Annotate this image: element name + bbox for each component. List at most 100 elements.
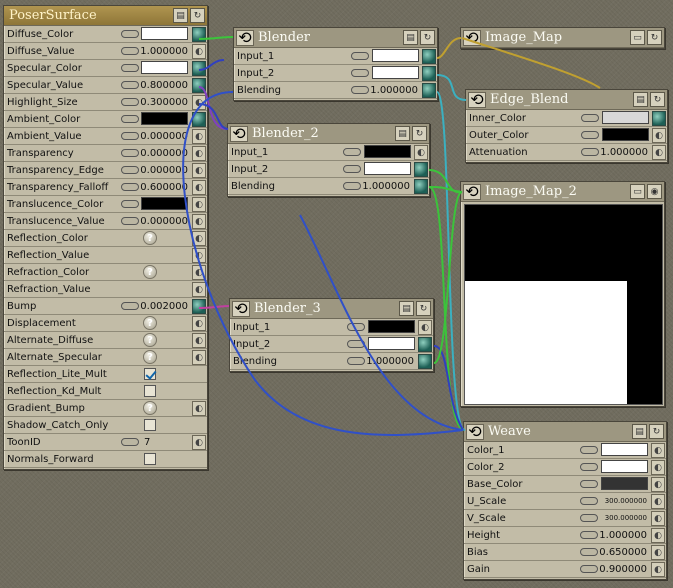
param-row-v-scale[interactable]: V_Scale 300.000000 ◐: [464, 510, 666, 527]
edge-blend-header[interactable]: ⟲ Edge_Blend ▤ ↻: [466, 90, 667, 110]
link-icon[interactable]: [580, 446, 598, 454]
param-value[interactable]: 0.800000: [140, 80, 188, 91]
input-plug-icon[interactable]: ◐: [192, 435, 206, 450]
refresh-icon[interactable]: ↻: [416, 301, 431, 316]
link-icon[interactable]: [580, 531, 598, 539]
color-swatch[interactable]: [368, 337, 415, 350]
input-plug-icon[interactable]: ◐: [652, 128, 666, 143]
input-plug-icon[interactable]: ◐: [651, 477, 665, 492]
param-row-refraction-color[interactable]: Refraction_Color? ◐: [4, 264, 207, 281]
link-icon[interactable]: [347, 340, 365, 348]
color-swatch[interactable]: [364, 162, 411, 175]
link-icon[interactable]: [343, 165, 361, 173]
link-icon[interactable]: [351, 86, 369, 94]
blender-2-header[interactable]: ⟲ Blender_2 ▤ ↻: [228, 124, 429, 144]
param-value[interactable]: 0.000000: [140, 165, 188, 176]
link-icon[interactable]: [580, 463, 598, 471]
param-row-gain[interactable]: Gain 0.900000 ◐: [464, 561, 666, 578]
image-map-node[interactable]: ⟲ Image_Map ▭ ↻: [460, 27, 665, 49]
param-value[interactable]: 300.000000: [605, 514, 647, 522]
link-icon[interactable]: [121, 81, 139, 89]
param-row-translucence-value[interactable]: Translucence_Value 0.000000 ◐: [4, 213, 207, 230]
param-row-normals-forward[interactable]: Normals_Forward: [4, 451, 207, 468]
checkbox[interactable]: [144, 419, 156, 431]
param-row-ambient-color[interactable]: Ambient_Color: [4, 111, 207, 128]
param-value[interactable]: 300.000000: [605, 497, 647, 505]
param-row-base-color[interactable]: Base_Color ◐: [464, 476, 666, 493]
param-value[interactable]: 0.300000: [140, 97, 188, 108]
input-plug-icon[interactable]: ◐: [192, 282, 206, 297]
param-value[interactable]: 1.000000: [370, 85, 418, 96]
color-swatch[interactable]: [602, 111, 649, 124]
poser-surface-node[interactable]: PoserSurface ▤ ↻ Diffuse_Color Diffuse_Va…: [3, 5, 208, 470]
param-value[interactable]: 1.000000: [600, 147, 648, 158]
image-map-2-node[interactable]: ⟲ Image_Map_2 ▭ ◉: [460, 181, 665, 407]
param-value[interactable]: 1.000000: [140, 46, 188, 57]
options-icon[interactable]: ▤: [399, 301, 414, 316]
input-plug-icon[interactable]: ◐: [414, 145, 428, 160]
checkbox[interactable]: [144, 453, 156, 465]
refresh-icon[interactable]: ↻: [649, 424, 664, 439]
color-swatch[interactable]: [602, 128, 649, 141]
help-icon[interactable]: ?: [143, 231, 157, 245]
input-plug-icon[interactable]: ◐: [192, 316, 206, 331]
param-row-alternate-diffuse[interactable]: Alternate_Diffuse? ◐: [4, 332, 207, 349]
link-icon[interactable]: [121, 132, 139, 140]
param-row-transparency[interactable]: Transparency 0.000000 ◐: [4, 145, 207, 162]
link-icon[interactable]: [121, 64, 139, 72]
param-row-blending[interactable]: Blending 1.000000: [228, 178, 429, 195]
param-row-translucence-color[interactable]: Translucence_Color ◐: [4, 196, 207, 213]
options-icon[interactable]: ▤: [395, 126, 410, 141]
blender-3-header[interactable]: ⟲ Blender_3 ▤ ↻: [230, 299, 433, 319]
refresh-icon[interactable]: ↻: [412, 126, 427, 141]
param-row-reflection-lite-mult[interactable]: Reflection_Lite_Mult: [4, 366, 207, 383]
color-swatch[interactable]: [368, 320, 415, 333]
input-plug-icon[interactable]: ◐: [192, 214, 206, 229]
checkbox[interactable]: [144, 368, 156, 380]
param-row-outer-color[interactable]: Outer_Color ◐: [466, 127, 667, 144]
param-row-input-1[interactable]: Input_1 ◐: [230, 319, 433, 336]
param-value[interactable]: 0.000000: [140, 148, 188, 159]
color-swatch[interactable]: [141, 27, 188, 40]
blender-node[interactable]: ⟲ Blender ▤ ↻ Input_1 Input_2 Blending 1.00…: [233, 27, 438, 101]
param-row-input-1[interactable]: Input_1 ◐: [228, 144, 429, 161]
help-icon[interactable]: ?: [143, 333, 157, 347]
options-icon[interactable]: ▤: [632, 424, 647, 439]
link-icon[interactable]: [121, 98, 139, 106]
param-row-transparency-falloff[interactable]: Transparency_Falloff 0.600000 ◐: [4, 179, 207, 196]
image-map-header[interactable]: ⟲ Image_Map ▭ ↻: [461, 28, 664, 48]
param-row-refraction-value[interactable]: Refraction_Value ◐: [4, 281, 207, 298]
link-icon[interactable]: [343, 182, 361, 190]
param-row-specular-color[interactable]: Specular_Color: [4, 60, 207, 77]
help-icon[interactable]: ?: [143, 401, 157, 415]
link-icon[interactable]: [347, 357, 365, 365]
blender-3-node[interactable]: ⟲ Blender_3 ▤ ↻ Input_1 ◐ Input_2 Blending 1…: [229, 298, 434, 372]
input-plug-icon[interactable]: ◐: [192, 248, 206, 263]
weave-header[interactable]: ⟲ Weave ▤ ↻: [464, 422, 666, 442]
link-icon[interactable]: [351, 69, 369, 77]
param-row-highlight-size[interactable]: Highlight_Size 0.300000 ◐: [4, 94, 207, 111]
color-swatch[interactable]: [372, 66, 419, 79]
link-icon[interactable]: [121, 47, 139, 55]
options-icon[interactable]: ▤: [173, 8, 188, 23]
param-row-attenuation[interactable]: Attenuation 1.000000 ◐: [466, 144, 667, 161]
param-value[interactable]: 0.002000: [140, 301, 188, 312]
param-row-transparency-edge[interactable]: Transparency_Edge 0.000000 ◐: [4, 162, 207, 179]
edge-blend-node[interactable]: ⟲ Edge_Blend ▤ ↻ Inner_Color Outer_Color ◐…: [465, 89, 668, 163]
blender-2-node[interactable]: ⟲ Blender_2 ▤ ↻ Input_1 ◐ Input_2 Blending 1…: [227, 123, 430, 197]
param-value[interactable]: 1.000000: [362, 181, 410, 192]
color-swatch[interactable]: [141, 112, 188, 125]
input-plug-icon[interactable]: ◐: [192, 401, 206, 416]
connected-plug-icon[interactable]: [414, 179, 428, 194]
connected-plug-icon[interactable]: [422, 66, 436, 81]
color-swatch[interactable]: [141, 197, 188, 210]
param-value[interactable]: 1.000000: [366, 356, 414, 367]
preview-eye-icon[interactable]: ◉: [647, 184, 662, 199]
param-row-specular-value[interactable]: Specular_Value 0.800000: [4, 77, 207, 94]
param-row-color-1[interactable]: Color_1 ◐: [464, 442, 666, 459]
param-row-alternate-specular[interactable]: Alternate_Specular? ◐: [4, 349, 207, 366]
param-row-height[interactable]: Height 1.000000 ◐: [464, 527, 666, 544]
input-plug-icon[interactable]: ◐: [192, 197, 206, 212]
param-value[interactable]: 0.650000: [599, 547, 647, 558]
param-row-input-2[interactable]: Input_2: [228, 161, 429, 178]
